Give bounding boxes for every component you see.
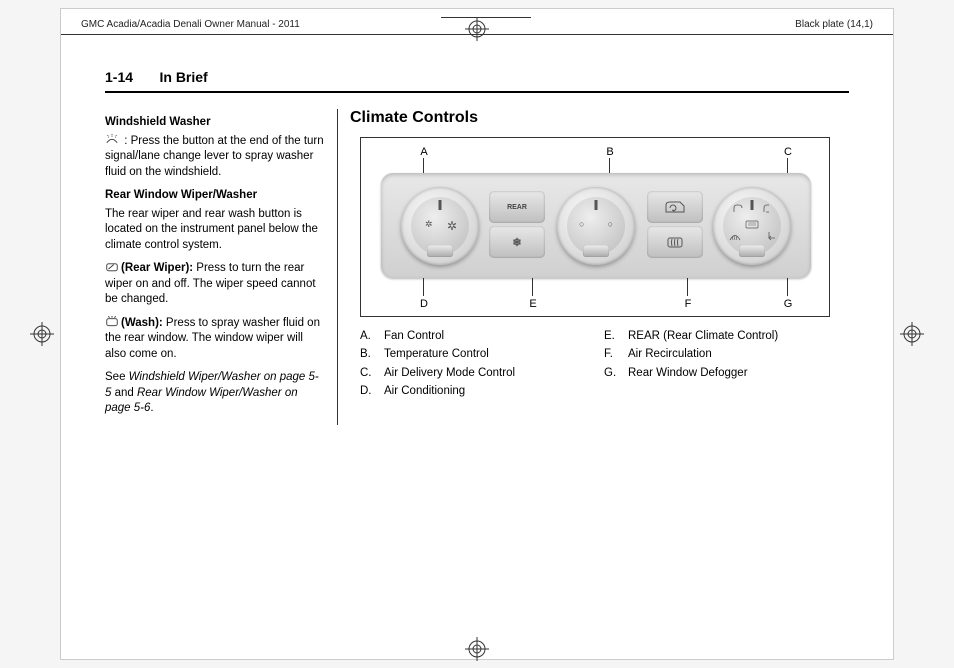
right-column: Climate Controls A B C D E F G bbox=[337, 109, 849, 425]
defog-icon bbox=[665, 235, 685, 249]
rear-wiper-label: (Rear Wiper): bbox=[121, 262, 193, 274]
windshield-washer-para: : Press the button at the end of the tur… bbox=[105, 134, 325, 181]
content-columns: Windshield Washer : Press the button at … bbox=[105, 109, 849, 425]
recirculation-icon bbox=[664, 200, 686, 214]
lead-line bbox=[787, 158, 788, 174]
fan-low-icon: ✲ bbox=[425, 219, 433, 230]
legend-text: Fan Control bbox=[384, 327, 444, 345]
legend-letter: A. bbox=[360, 327, 374, 345]
wash-label: (Wash): bbox=[121, 317, 163, 329]
see-prefix: See bbox=[105, 371, 129, 383]
rear-defog-button bbox=[647, 226, 703, 258]
legend-row: E. REAR (Rear Climate Control) bbox=[604, 327, 824, 345]
legend-row: D. Air Conditioning bbox=[360, 382, 580, 400]
legend-text: Rear Window Defogger bbox=[628, 364, 748, 382]
svg-text:❄: ❄ bbox=[512, 237, 521, 248]
header-strip: GMC Acadia/Acadia Denali Owner Manual - … bbox=[81, 19, 873, 30]
rear-wash-icon bbox=[105, 316, 119, 326]
recirculation-button bbox=[647, 191, 703, 223]
rear-wiper-para2: (Rear Wiper): Press to turn the rear wip… bbox=[105, 261, 325, 308]
legend-row: B. Temperature Control bbox=[360, 345, 580, 363]
mode-defrost-icon bbox=[729, 233, 741, 243]
windshield-washer-text: : Press the button at the end of the tur… bbox=[105, 135, 324, 178]
legend-row: F. Air Recirculation bbox=[604, 345, 824, 363]
registration-mark-bottom-icon bbox=[465, 637, 489, 661]
fan-control-dial: ✲ ✲ bbox=[401, 187, 479, 265]
header-center-rule bbox=[441, 17, 531, 18]
registration-mark-left-icon bbox=[30, 322, 54, 346]
air-mode-dial bbox=[713, 187, 791, 265]
legend-letter: G. bbox=[604, 364, 618, 382]
header-left-text: GMC Acadia/Acadia Denali Owner Manual - … bbox=[81, 19, 300, 30]
fan-high-icon: ✲ bbox=[447, 219, 457, 233]
windshield-washer-heading: Windshield Washer bbox=[105, 115, 325, 131]
mode-floor-icon bbox=[767, 231, 777, 243]
legend-columns: A. Fan Control B. Temperature Control C. Ai… bbox=[360, 327, 849, 401]
temperature-control-dial: ○ ○ bbox=[557, 187, 635, 265]
ac-button: ❄ bbox=[489, 226, 545, 258]
mode-dial-button bbox=[739, 245, 765, 257]
temp-hot-dot-icon: ○ bbox=[608, 219, 613, 229]
legend-column-right: E. REAR (Rear Climate Control) F. Air Reci… bbox=[604, 327, 824, 401]
registration-mark-right-icon bbox=[900, 322, 924, 346]
fan-dial-button bbox=[427, 245, 453, 257]
page-content: 1-14 In Brief Windshield Washer : Press … bbox=[105, 69, 849, 639]
temp-dial-button bbox=[583, 245, 609, 257]
legend-row: C. Air Delivery Mode Control bbox=[360, 364, 580, 382]
mode-bilevel-icon bbox=[763, 203, 773, 215]
legend-text: Air Delivery Mode Control bbox=[384, 364, 515, 382]
rear-climate-button: REAR bbox=[489, 191, 545, 223]
page-canvas: GMC Acadia/Acadia Denali Owner Manual - … bbox=[60, 8, 894, 660]
lead-line bbox=[423, 158, 424, 174]
diagram-label-g: G bbox=[781, 298, 795, 310]
left-column: Windshield Washer : Press the button at … bbox=[105, 109, 325, 425]
see-mid: and bbox=[111, 387, 137, 399]
diagram-label-c: C bbox=[781, 146, 795, 158]
climate-controls-heading: Climate Controls bbox=[350, 109, 849, 127]
legend-text: Air Conditioning bbox=[384, 382, 465, 400]
rear-wiper-heading: Rear Window Wiper/Washer bbox=[105, 188, 325, 204]
mode-face-icon bbox=[733, 203, 743, 215]
climate-diagram: A B C D E F G bbox=[360, 137, 830, 317]
temp-cold-dot-icon: ○ bbox=[579, 219, 584, 229]
climate-panel: ✲ ✲ REAR ❄ bbox=[381, 173, 811, 278]
snowflake-icon: ❄ bbox=[508, 236, 526, 248]
diagram-label-d: D bbox=[417, 298, 431, 310]
diagram-label-f: F bbox=[681, 298, 695, 310]
header-right-text: Black plate (14,1) bbox=[795, 19, 873, 30]
center-buttons-left: REAR ❄ bbox=[489, 191, 545, 258]
rear-wiper-para1: The rear wiper and rear wash button is l… bbox=[105, 207, 325, 254]
page-number: 1-14 bbox=[105, 69, 133, 85]
lead-line bbox=[423, 276, 424, 296]
legend-row: G. Rear Window Defogger bbox=[604, 364, 824, 382]
section-title: In Brief bbox=[159, 69, 207, 85]
rear-button-label: REAR bbox=[507, 204, 527, 211]
legend-text: Air Recirculation bbox=[628, 345, 712, 363]
header-rule bbox=[61, 34, 893, 35]
section-header: 1-14 In Brief bbox=[105, 69, 849, 93]
legend-letter: E. bbox=[604, 327, 618, 345]
mode-auto-icon bbox=[745, 219, 759, 231]
see-refs-para: See Windshield Wiper/Washer on page 5-5 … bbox=[105, 370, 325, 417]
see-suffix: . bbox=[150, 402, 153, 414]
legend-letter: F. bbox=[604, 345, 618, 363]
rear-wiper-icon bbox=[105, 262, 119, 272]
legend-letter: C. bbox=[360, 364, 374, 382]
lead-line bbox=[787, 276, 788, 296]
legend-column-left: A. Fan Control B. Temperature Control C. Ai… bbox=[360, 327, 580, 401]
diagram-label-b: B bbox=[603, 146, 617, 158]
wash-para: (Wash): Press to spray washer fluid on t… bbox=[105, 316, 325, 363]
center-buttons-right bbox=[647, 191, 703, 258]
diagram-label-a: A bbox=[417, 146, 431, 158]
legend-letter: D. bbox=[360, 382, 374, 400]
legend-row: A. Fan Control bbox=[360, 327, 580, 345]
lead-line bbox=[609, 158, 610, 174]
legend-text: Temperature Control bbox=[384, 345, 489, 363]
washer-spray-icon bbox=[105, 134, 119, 144]
legend-letter: B. bbox=[360, 345, 374, 363]
diagram-label-e: E bbox=[526, 298, 540, 310]
legend-text: REAR (Rear Climate Control) bbox=[628, 327, 778, 345]
